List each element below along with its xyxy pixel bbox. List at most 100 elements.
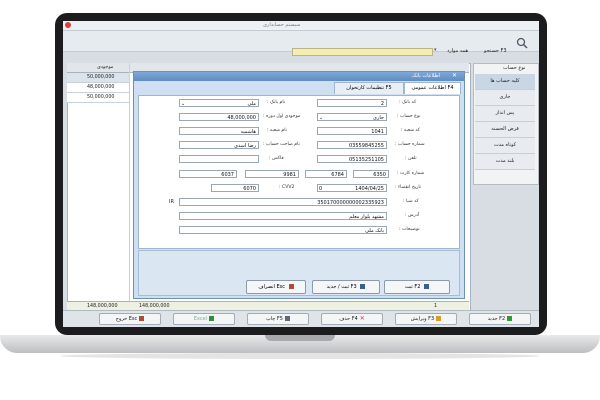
owner-name-field[interactable]: رضا اسدی bbox=[179, 141, 259, 149]
close-icon[interactable] bbox=[65, 22, 71, 28]
add-label: جدید F2 bbox=[487, 316, 506, 322]
save-new-button[interactable]: ثبت / جدید F3 bbox=[312, 280, 380, 294]
card-part-2[interactable]: 6784 bbox=[305, 170, 347, 178]
account-number-field[interactable]: 03559845255 bbox=[317, 141, 387, 149]
row-amount: 48,000,000 bbox=[87, 85, 115, 90]
filter-field[interactable] bbox=[292, 48, 433, 56]
tab-general[interactable]: اطلاعات عمومی F4 bbox=[404, 82, 461, 94]
search-label[interactable]: جستجو F3 bbox=[484, 48, 507, 54]
label-notes: توضیحات : bbox=[399, 227, 420, 232]
edit-button[interactable]: ویرایش F3 bbox=[395, 313, 457, 325]
col-amount[interactable]: موجودی bbox=[97, 65, 113, 70]
print-button[interactable]: چاپ F5 bbox=[247, 313, 309, 325]
side-item-current[interactable]: جاری bbox=[475, 90, 535, 106]
label-account-type: نوع حساب : bbox=[397, 114, 421, 119]
fax-field[interactable] bbox=[179, 155, 259, 163]
chevron-down-icon[interactable]: ▾ bbox=[434, 47, 437, 53]
cancel-button[interactable]: انصراف Esc bbox=[246, 280, 306, 294]
delete-button[interactable]: حذف F4 ✕ bbox=[321, 313, 383, 325]
branch-name-field[interactable]: هاشمیه bbox=[179, 127, 259, 135]
sheba-field[interactable]: 350170000000002335923 bbox=[179, 198, 387, 206]
side-header: نوع حساب bbox=[503, 65, 526, 71]
add-button[interactable]: جدید F2 bbox=[469, 313, 531, 325]
label-account-number: شماره حساب : bbox=[395, 142, 425, 147]
address-field[interactable]: مشهد بلوار معلم bbox=[179, 212, 387, 220]
label-initial-balance: موجودی اول دوره : bbox=[263, 114, 301, 119]
expiry-field[interactable]: 1404/04/25 0 bbox=[317, 184, 387, 192]
floppy-icon bbox=[424, 284, 430, 289]
tab-card-reader[interactable]: تنظیمات کارتخوان F5 bbox=[334, 82, 404, 94]
tab-general-label: اطلاعات عمومی F4 bbox=[411, 85, 454, 91]
expiry-value: 1404/04/25 bbox=[355, 186, 384, 192]
save-label: ثبت F2 bbox=[404, 284, 421, 290]
side-item-loan[interactable]: قرض الحسنه bbox=[475, 122, 535, 138]
row-amount: 50,000,000 bbox=[87, 75, 115, 80]
date-picker-icon: 0 bbox=[319, 186, 323, 192]
account-type-value: جاری bbox=[373, 115, 384, 121]
laptop-shadow bbox=[60, 353, 540, 359]
card-part-3[interactable]: 9981 bbox=[245, 170, 299, 178]
page-number: 1 bbox=[434, 304, 438, 309]
chevron-down-icon: ⌄ bbox=[319, 115, 324, 121]
pencil-icon bbox=[436, 316, 442, 321]
floppy-plus-icon bbox=[360, 284, 366, 289]
label-bank-code: کد بانک : bbox=[399, 100, 417, 105]
label-owner-name: نام صاحب حساب : bbox=[263, 142, 300, 147]
save-new-label: ثبت / جدید F3 bbox=[326, 284, 357, 290]
search-icon[interactable] bbox=[516, 34, 528, 49]
table-row[interactable]: 50,000,000 bbox=[67, 93, 129, 103]
table-row[interactable]: 50,000,000 bbox=[67, 73, 129, 83]
label-address: آدرس : bbox=[405, 213, 420, 218]
print-label: چاپ F5 bbox=[266, 316, 283, 322]
save-button[interactable]: ثبت F2 bbox=[384, 280, 450, 294]
label-phone: تلفن : bbox=[405, 156, 417, 161]
exit-door-icon bbox=[139, 316, 145, 321]
bank-code-field[interactable]: 2 bbox=[317, 99, 387, 107]
dialog-title: اطلاعات بانک bbox=[412, 73, 440, 79]
plus-icon bbox=[507, 316, 513, 321]
initial-balance-field[interactable]: 48,000,000 bbox=[179, 113, 259, 121]
filter-label: همه موارد bbox=[447, 48, 469, 54]
label-sheba: کد شبا : bbox=[403, 199, 419, 204]
delete-x-icon: ✕ bbox=[359, 315, 365, 322]
card-part-4[interactable]: 6037 bbox=[179, 170, 237, 178]
excel-button[interactable]: Excel bbox=[173, 313, 235, 325]
edit-label: ویرایش F3 bbox=[410, 316, 435, 322]
side-item-all[interactable]: کلیه حساب ها bbox=[475, 74, 535, 90]
label-fax: فاکس : bbox=[269, 156, 284, 161]
table-row[interactable]: 48,000,000 bbox=[67, 83, 129, 93]
side-item-short[interactable]: کوتاه مدت bbox=[475, 138, 535, 154]
column-divider bbox=[129, 63, 130, 301]
account-type-select[interactable]: جاری ⌄ bbox=[317, 113, 387, 121]
laptop-notch bbox=[265, 335, 335, 341]
delete-label: حذف F4 bbox=[339, 316, 358, 322]
notes-field[interactable]: بانک ملی bbox=[179, 226, 387, 234]
dialog-close-icon[interactable]: ✕ bbox=[452, 72, 457, 79]
label-card-number: شماره کارت : bbox=[397, 171, 425, 176]
label-branch-code: کد شعبه : bbox=[401, 128, 420, 133]
total-right: 148,000,000 bbox=[139, 304, 170, 309]
label-bank-name: نام بانک : bbox=[267, 100, 286, 105]
cvv2-field[interactable]: 6070 bbox=[211, 184, 259, 192]
exit-label: خروج Esc bbox=[115, 316, 138, 322]
side-item-long[interactable]: بلند مدت bbox=[475, 154, 535, 170]
bank-name-select[interactable]: ملی ⌄ bbox=[179, 99, 259, 107]
exit-door-icon bbox=[288, 284, 294, 289]
excel-label: Excel bbox=[193, 316, 208, 322]
phone-field[interactable]: 05135251105 bbox=[317, 155, 387, 163]
row-amount: 50,000,000 bbox=[87, 95, 115, 100]
side-item-savings[interactable]: پس انداز bbox=[475, 106, 535, 122]
screen: سیستم حسابداری جستجو F3 همه موارد ▾ موجو… bbox=[63, 21, 539, 327]
label-branch-name: نام شعبه : bbox=[267, 128, 287, 133]
bank-info-dialog: اطلاعات بانک ✕ اطلاعات عمومی F4 تنظیمات … bbox=[133, 71, 465, 299]
card-part-1[interactable]: 6350 bbox=[353, 170, 389, 178]
excel-icon bbox=[209, 316, 215, 321]
dialog-form: کد بانک : 2 نام بانک : ملی ⌄ نوع حساب : … bbox=[138, 95, 460, 249]
cancel-label: انصراف Esc bbox=[258, 284, 285, 290]
label-expiry: تاریخ انقضاء : bbox=[395, 185, 422, 190]
dialog-titlebar: اطلاعات بانک ✕ bbox=[134, 72, 464, 81]
branch-code-field[interactable]: 1041 bbox=[317, 127, 387, 135]
chevron-down-icon: ⌄ bbox=[181, 101, 186, 107]
tab-card-reader-label: تنظیمات کارتخوان F5 bbox=[346, 85, 392, 91]
exit-button[interactable]: خروج Esc bbox=[99, 313, 161, 325]
